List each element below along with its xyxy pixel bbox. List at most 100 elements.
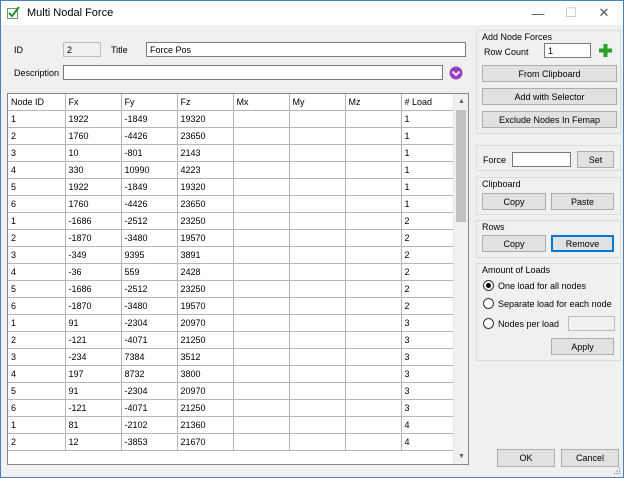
table-cell[interactable]: 197	[65, 365, 122, 383]
table-row[interactable]: 5 1922 -1849 19320 1	[8, 178, 455, 196]
table-cell[interactable]: 21360	[177, 416, 234, 434]
column-header[interactable]: Fy	[121, 94, 178, 111]
table-cell[interactable]	[345, 263, 402, 281]
table-cell[interactable]: -1870	[65, 229, 122, 247]
table-cell[interactable]	[345, 246, 402, 264]
table-cell[interactable]: -1686	[65, 212, 122, 230]
table-cell[interactable]: 1	[401, 161, 455, 179]
table-cell[interactable]	[233, 110, 290, 128]
table-cell[interactable]: -3853	[121, 433, 178, 451]
table-cell[interactable]	[233, 144, 290, 162]
table-cell[interactable]: 3	[8, 348, 66, 366]
table-cell[interactable]: -3480	[121, 229, 178, 247]
table-cell[interactable]: 2	[401, 297, 455, 315]
table-cell[interactable]: 1	[8, 416, 66, 434]
table-cell[interactable]: 19320	[177, 110, 234, 128]
table-cell[interactable]	[345, 365, 402, 383]
table-row[interactable]: 4 197 8732 3800 3	[8, 365, 455, 383]
table-cell[interactable]: 10	[65, 144, 122, 162]
table-cell[interactable]: 1922	[65, 110, 122, 128]
table-cell[interactable]	[233, 161, 290, 179]
table-cell[interactable]: 81	[65, 416, 122, 434]
radio-separate-load[interactable]	[483, 298, 494, 309]
table-cell[interactable]: 5	[8, 382, 66, 400]
table-cell[interactable]: 2	[8, 229, 66, 247]
table-cell[interactable]: -1849	[121, 178, 178, 196]
table-row[interactable]: 3 10 -801 2143 1	[8, 144, 455, 162]
table-cell[interactable]: 6	[8, 195, 66, 213]
table-cell[interactable]: 6	[8, 399, 66, 417]
table-row[interactable]: 6 1760 -4426 23650 1	[8, 195, 455, 213]
table-cell[interactable]: -234	[65, 348, 122, 366]
table-cell[interactable]	[289, 161, 346, 179]
table-cell[interactable]: 19570	[177, 229, 234, 247]
table-cell[interactable]	[345, 178, 402, 196]
table-cell[interactable]: 2143	[177, 144, 234, 162]
table-cell[interactable]: 4223	[177, 161, 234, 179]
column-header[interactable]: Mx	[233, 94, 290, 111]
table-cell[interactable]: 1	[401, 127, 455, 145]
clipboard-paste-button[interactable]: Paste	[551, 193, 614, 210]
row-count-field[interactable]: 1	[544, 43, 591, 58]
scroll-down-icon[interactable]: ▼	[454, 449, 468, 464]
table-cell[interactable]: 2	[401, 229, 455, 247]
table-cell[interactable]	[289, 416, 346, 434]
table-cell[interactable]: 1922	[65, 178, 122, 196]
table-cell[interactable]: -1870	[65, 297, 122, 315]
table-cell[interactable]	[233, 127, 290, 145]
table-cell[interactable]: 23250	[177, 280, 234, 298]
minimize-icon[interactable]: —	[521, 1, 555, 25]
table-cell[interactable]: 7384	[121, 348, 178, 366]
table-row[interactable]: 3 -349 9395 3891 2	[8, 246, 455, 264]
table-cell[interactable]	[289, 297, 346, 315]
table-cell[interactable]: 6	[8, 297, 66, 315]
table-cell[interactable]	[345, 127, 402, 145]
rows-copy-button[interactable]: Copy	[482, 235, 546, 252]
table-cell[interactable]: 3	[401, 382, 455, 400]
table-row[interactable]: 2 12 -3853 21670 4	[8, 433, 455, 451]
table-cell[interactable]	[233, 195, 290, 213]
scroll-thumb[interactable]	[456, 110, 466, 222]
table-cell[interactable]: 1	[8, 212, 66, 230]
table-cell[interactable]	[345, 280, 402, 298]
table-cell[interactable]: 1	[401, 195, 455, 213]
table-cell[interactable]	[289, 263, 346, 281]
table-cell[interactable]: -4426	[121, 127, 178, 145]
table-cell[interactable]	[289, 110, 346, 128]
table-cell[interactable]	[345, 212, 402, 230]
table-cell[interactable]	[233, 229, 290, 247]
table-cell[interactable]	[233, 178, 290, 196]
radio-one-load[interactable]	[483, 280, 494, 291]
table-cell[interactable]: 91	[65, 314, 122, 332]
table-cell[interactable]: -1686	[65, 280, 122, 298]
table-cell[interactable]	[233, 280, 290, 298]
table-cell[interactable]	[233, 331, 290, 349]
column-header[interactable]: # Load	[401, 94, 455, 111]
table-cell[interactable]: 21250	[177, 399, 234, 417]
table-cell[interactable]: 1	[401, 110, 455, 128]
table-cell[interactable]: 3	[8, 144, 66, 162]
table-cell[interactable]: -121	[65, 331, 122, 349]
description-field[interactable]	[63, 65, 443, 80]
cancel-button[interactable]: Cancel	[561, 449, 619, 467]
table-cell[interactable]: -2102	[121, 416, 178, 434]
table-cell[interactable]: 559	[121, 263, 178, 281]
table-row[interactable]: 6 -1870 -3480 19570 2	[8, 297, 455, 315]
nodes-per-load-field[interactable]	[568, 316, 615, 331]
table-cell[interactable]: 2	[8, 331, 66, 349]
table-cell[interactable]: 8732	[121, 365, 178, 383]
table-row[interactable]: 5 -1686 -2512 23250 2	[8, 280, 455, 298]
table-cell[interactable]: 5	[8, 178, 66, 196]
table-row[interactable]: 3 -234 7384 3512 3	[8, 348, 455, 366]
table-cell[interactable]: 23650	[177, 127, 234, 145]
table-cell[interactable]: 2	[401, 280, 455, 298]
table-cell[interactable]	[345, 382, 402, 400]
table-cell[interactable]: 20970	[177, 314, 234, 332]
table-cell[interactable]	[289, 144, 346, 162]
table-row[interactable]: 4 -36 559 2428 2	[8, 263, 455, 281]
ok-button[interactable]: OK	[497, 449, 555, 467]
table-cell[interactable]	[345, 144, 402, 162]
table-cell[interactable]: 3	[401, 348, 455, 366]
table-row[interactable]: 2 1760 -4426 23650 1	[8, 127, 455, 145]
table-cell[interactable]	[233, 399, 290, 417]
